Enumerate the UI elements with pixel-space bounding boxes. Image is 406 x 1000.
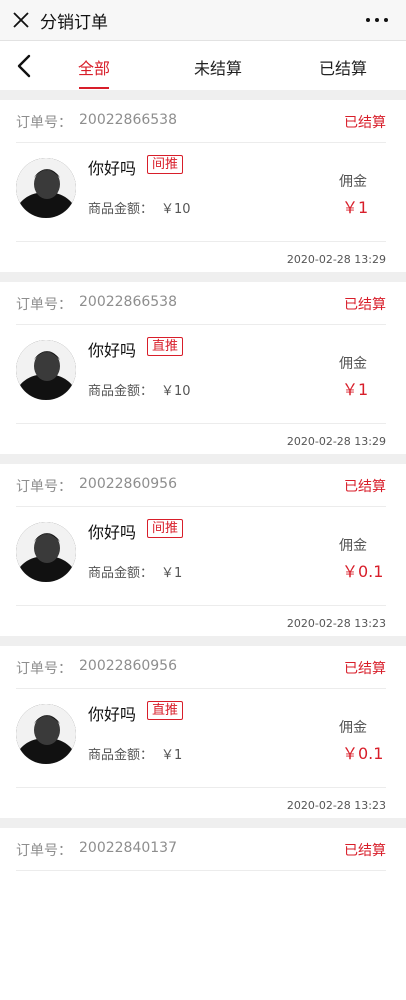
avatar <box>16 340 76 400</box>
order-header: 订单号： 20022866538 已结算 <box>16 100 386 143</box>
order-number: 20022866538 <box>79 112 177 128</box>
order-header: 订单号： 20022866538 已结算 <box>16 282 386 325</box>
tab-settled[interactable]: 已结算 <box>319 55 367 79</box>
amount-label: 商品金额： <box>88 202 154 217</box>
commission-value: ￥1 <box>342 380 369 399</box>
divider <box>16 423 386 424</box>
order-card[interactable]: 订单号： 20022866538 已结算 你好吗 间推 商品金额： ￥10 佣金… <box>0 100 406 272</box>
order-card[interactable]: 订单号： 20022860956 已结算 你好吗 直推 商品金额： ￥1 佣金 … <box>0 646 406 818</box>
order-number: 20022840137 <box>79 840 177 856</box>
status-badge: 已结算 <box>344 297 386 313</box>
order-header: 订单号： 20022860956 已结算 <box>16 646 386 689</box>
divider <box>16 787 386 788</box>
status-badge: 已结算 <box>344 479 386 495</box>
commission-label: 佣金 <box>339 538 367 554</box>
status-badge: 已结算 <box>344 843 386 859</box>
user-name: 你好吗 <box>88 523 137 542</box>
referral-type-badge: 直推 <box>147 701 184 720</box>
order-number-label: 订单号： <box>16 479 72 495</box>
order-header: 订单号： 20022860956 已结算 <box>16 464 386 507</box>
status-badge: 已结算 <box>344 661 386 677</box>
status-badge: 已结算 <box>344 115 386 131</box>
referral-type-badge: 间推 <box>147 519 184 538</box>
divider <box>16 241 386 242</box>
user-name: 你好吗 <box>88 705 137 724</box>
order-card[interactable]: 订单号： 20022860956 已结算 你好吗 间推 商品金额： ￥1 佣金 … <box>0 464 406 636</box>
page-title: 分销订单 <box>40 13 108 33</box>
avatar <box>16 704 76 764</box>
commission-value: ￥0.1 <box>342 744 384 763</box>
tab-unsettled[interactable]: 未结算 <box>194 55 242 79</box>
active-tab-indicator <box>79 87 109 89</box>
tab-bar: 全部 未结算 已结算 <box>0 41 406 90</box>
back-arrow-icon[interactable] <box>14 53 36 79</box>
commission-label: 佣金 <box>339 356 367 372</box>
commission-label: 佣金 <box>339 174 367 190</box>
order-number-label: 订单号： <box>16 843 72 859</box>
amount-value: ￥10 <box>161 384 191 399</box>
close-icon[interactable] <box>11 10 31 30</box>
amount-label: 商品金额： <box>88 748 154 763</box>
amount-value: ￥10 <box>161 202 191 217</box>
divider <box>16 605 386 606</box>
amount-value: ￥1 <box>161 748 183 763</box>
commission-value: ￥1 <box>342 198 369 217</box>
order-time: 2020-02-28 13:23 <box>286 617 386 630</box>
user-name: 你好吗 <box>88 341 137 360</box>
referral-type-badge: 直推 <box>147 337 184 356</box>
order-card[interactable]: 订单号： 20022840137 已结算 <box>0 828 406 1000</box>
commission-value: ￥0.1 <box>342 562 384 581</box>
order-time: 2020-02-28 13:29 <box>286 435 386 448</box>
avatar <box>16 158 76 218</box>
amount-value: ￥1 <box>161 566 183 581</box>
order-number-label: 订单号： <box>16 297 72 313</box>
order-number: 20022860956 <box>79 476 177 492</box>
referral-type-badge: 间推 <box>147 155 184 174</box>
amount-label: 商品金额： <box>88 566 154 581</box>
order-number: 20022866538 <box>79 294 177 310</box>
order-time: 2020-02-28 13:23 <box>286 799 386 812</box>
order-card[interactable]: 订单号： 20022866538 已结算 你好吗 直推 商品金额： ￥10 佣金… <box>0 282 406 454</box>
user-name: 你好吗 <box>88 159 137 178</box>
commission-label: 佣金 <box>339 720 367 736</box>
tab-all[interactable]: 全部 <box>78 55 110 79</box>
order-time: 2020-02-28 13:29 <box>286 253 386 266</box>
avatar <box>16 522 76 582</box>
order-header: 订单号： 20022840137 已结算 <box>16 828 386 871</box>
more-icon[interactable] <box>366 18 388 24</box>
order-number: 20022860956 <box>79 658 177 674</box>
title-bar: 分销订单 <box>0 0 406 41</box>
order-number-label: 订单号： <box>16 661 72 677</box>
order-number-label: 订单号： <box>16 115 72 131</box>
amount-label: 商品金额： <box>88 384 154 399</box>
